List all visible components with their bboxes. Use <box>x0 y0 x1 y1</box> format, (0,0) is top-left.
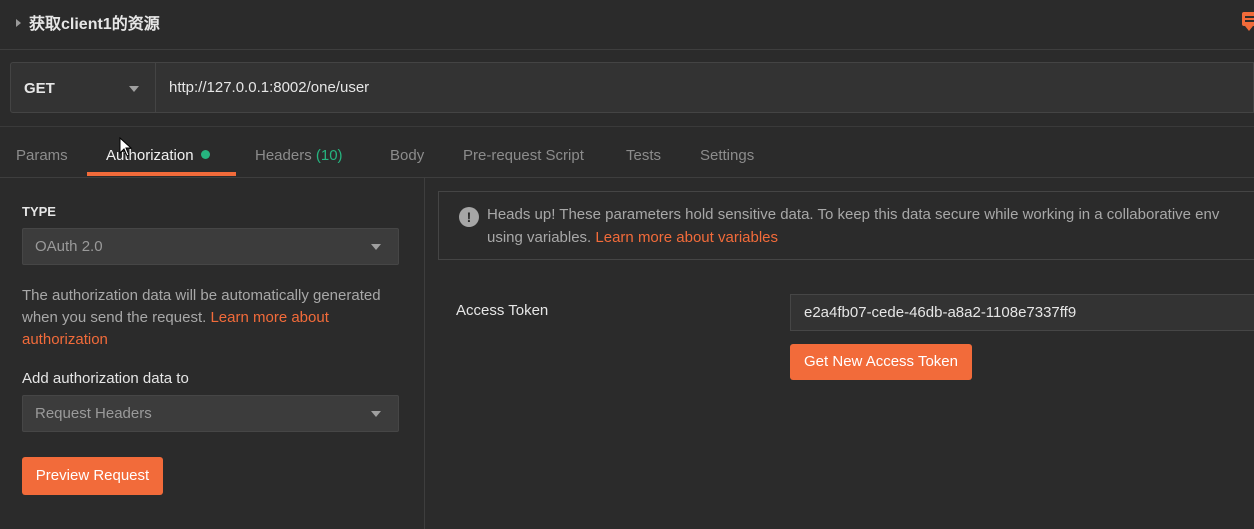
access-token-label: Access Token <box>456 302 549 319</box>
tab-body[interactable]: Body <box>390 147 424 164</box>
type-label: TYPE <box>22 204 56 219</box>
tab-params[interactable]: Params <box>16 147 68 164</box>
get-new-access-token-button[interactable]: Get New Access Token <box>790 344 972 380</box>
access-token-value: e2a4fb07-cede-46db-a8a2-1108e7337ff9 <box>804 304 1077 321</box>
chevron-down-icon <box>371 411 381 417</box>
tab-headers[interactable]: Headers (10) <box>255 147 343 164</box>
expand-caret-icon[interactable] <box>16 19 21 27</box>
auth-settings-panel: TYPE OAuth 2.0 The authorization data wi… <box>0 177 425 529</box>
tab-pre-request-script[interactable]: Pre-request Script <box>463 147 584 164</box>
preview-request-button[interactable]: Preview Request <box>22 457 163 495</box>
url-input[interactable]: http://127.0.0.1:8002/one/user <box>155 62 1254 113</box>
add-to-label: Add authorization data to <box>22 370 189 387</box>
learn-more-variables-link[interactable]: Learn more about variables <box>595 229 778 246</box>
auth-description: The authorization data will be automatic… <box>22 285 402 351</box>
sensitive-data-notice: ! Heads up! These parameters hold sensit… <box>438 191 1254 260</box>
oauth-panel: ! Heads up! These parameters hold sensit… <box>425 177 1254 529</box>
request-tabs: Params Authorization Headers (10) Body P… <box>0 126 1254 178</box>
method-select[interactable]: GET <box>10 62 155 113</box>
tab-settings[interactable]: Settings <box>700 147 754 164</box>
mouse-cursor-icon <box>119 137 133 157</box>
add-to-value: Request Headers <box>35 405 152 422</box>
tab-headers-label: Headers <box>255 147 312 164</box>
notice-line-2-text: using variables. <box>487 229 592 246</box>
tab-tests[interactable]: Tests <box>626 147 661 164</box>
request-title[interactable]: 获取client1的资源 <box>16 10 160 34</box>
headers-count: (10) <box>315 147 343 164</box>
add-to-select[interactable]: Request Headers <box>22 395 399 432</box>
access-token-input[interactable]: e2a4fb07-cede-46db-a8a2-1108e7337ff9 <box>790 294 1254 331</box>
chevron-down-icon <box>371 244 381 250</box>
method-label: GET <box>24 80 55 97</box>
url-bar: GET http://127.0.0.1:8002/one/user <box>10 62 1254 113</box>
notice-line-2: using variables. Learn more about variab… <box>487 229 778 246</box>
alert-icon: ! <box>459 207 479 227</box>
comment-icon[interactable] <box>1242 12 1254 31</box>
status-dot-icon <box>200 150 210 159</box>
request-name: 获取client1的资源 <box>29 16 160 33</box>
request-header: 获取client1的资源 <box>0 0 1254 50</box>
auth-type-value: OAuth 2.0 <box>35 238 103 255</box>
chevron-down-icon <box>129 86 139 92</box>
url-text: http://127.0.0.1:8002/one/user <box>169 79 370 96</box>
notice-line-1: Heads up! These parameters hold sensitiv… <box>487 206 1220 223</box>
active-tab-indicator <box>87 172 236 176</box>
auth-type-select[interactable]: OAuth 2.0 <box>22 228 399 265</box>
